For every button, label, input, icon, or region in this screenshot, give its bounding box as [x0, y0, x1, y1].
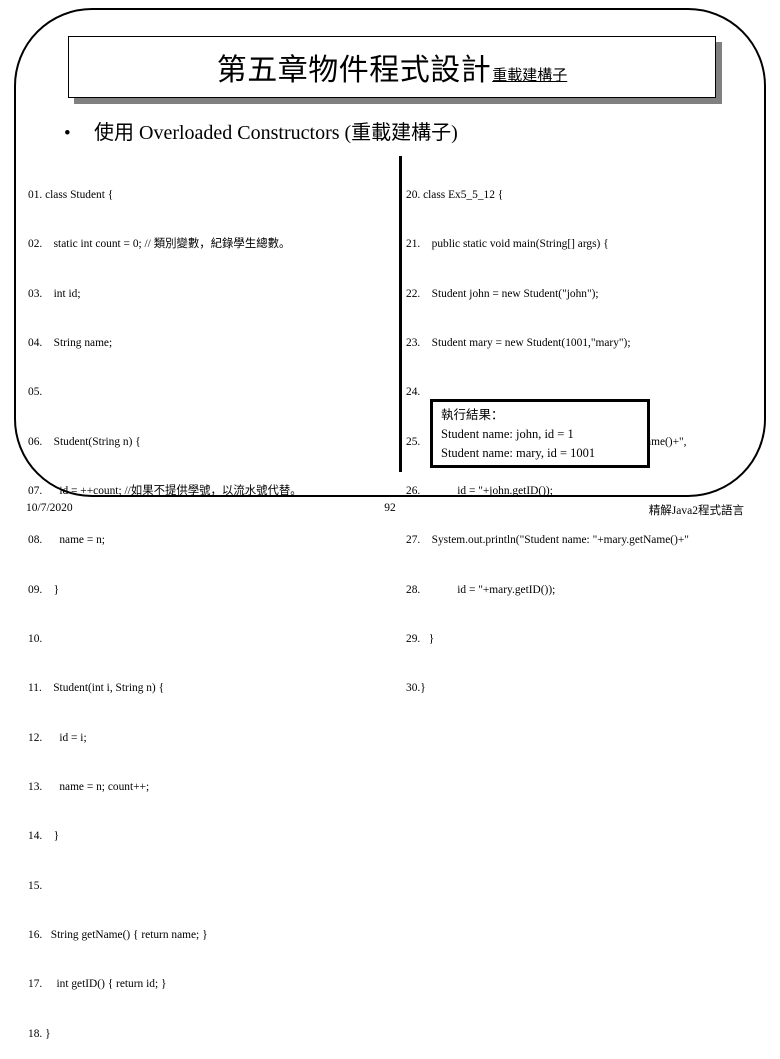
page-subtitle: 重載建構子 [492, 68, 568, 84]
code-line: 18. } [28, 1027, 51, 1040]
bullet-point-icon: • [64, 123, 71, 144]
bullet-text: 使用 Overloaded Constructors (重載建構子) [94, 122, 458, 144]
code-line: 30.} [406, 682, 426, 695]
code-line: 09. } [28, 583, 60, 596]
output-line: Student name: john, id = 1 [441, 427, 574, 441]
title-line: 第五章物件程式設計 重載建構子 [217, 45, 568, 89]
code-line: 08. name = n; [28, 534, 105, 547]
footer-source: 精解Java2程式語言 [648, 505, 744, 517]
page-title: 第五章物件程式設計 [216, 54, 492, 87]
code-line: 04. String name; [28, 336, 113, 349]
code-line: 22. Student john = new Student("john"); [406, 287, 599, 300]
bullet-row: • 使用 Overloaded Constructors (重載建構子) [64, 116, 458, 145]
output-line: Student name: mary, id = 1001 [441, 446, 596, 460]
code-line: 17. int getID() { return id; } [28, 978, 167, 991]
code-line: 27. System.out.println("Student name: "+… [406, 534, 689, 547]
code-line: 13. name = n; count++; [28, 781, 150, 794]
output-heading: 執行結果： [441, 408, 504, 422]
code-line: 02. static int count = 0; // 類別變數，紀錄學生總數… [28, 238, 291, 251]
code-line: 16. String getName() { return name; } [28, 929, 208, 942]
code-line: 03. int id; [28, 287, 81, 300]
code-line: 14. } [28, 830, 60, 843]
code-line: 06. Student(String n) { [28, 435, 141, 448]
code-line: 29. } [406, 633, 435, 645]
column-divider [399, 156, 402, 472]
code-line: 10. [28, 633, 43, 645]
execution-result-box: 執行結果： Student name: john, id = 1 Student… [430, 399, 650, 468]
code-line: 11. Student(int i, String n) { [28, 682, 165, 695]
code-line: 28. id = "+mary.getID()); [406, 583, 556, 596]
code-line: 15. [28, 879, 43, 892]
code-listing-left: 01. class Student { 02. static int count… [28, 154, 396, 1059]
code-line: 21. public static void main(String[] arg… [406, 238, 609, 251]
code-line: 23. Student mary = new Student(1001,"mar… [406, 336, 631, 349]
code-line: 01. class Student { [28, 188, 114, 201]
code-line: 20. class Ex5_5_12 { [406, 188, 504, 201]
code-line: 05. [28, 386, 43, 399]
code-line: 26. id = "+john.getID()); [406, 484, 553, 497]
title-box: 第五章物件程式設計 重載建構子 [68, 36, 716, 98]
code-line: 07. id = ++count; //如果不提供學號，以流水號代替。 [28, 484, 302, 497]
code-line: 12. id = i; [28, 731, 87, 744]
slide-footer: 10/7/2020 92 精解Java2程式語言 [0, 500, 780, 526]
